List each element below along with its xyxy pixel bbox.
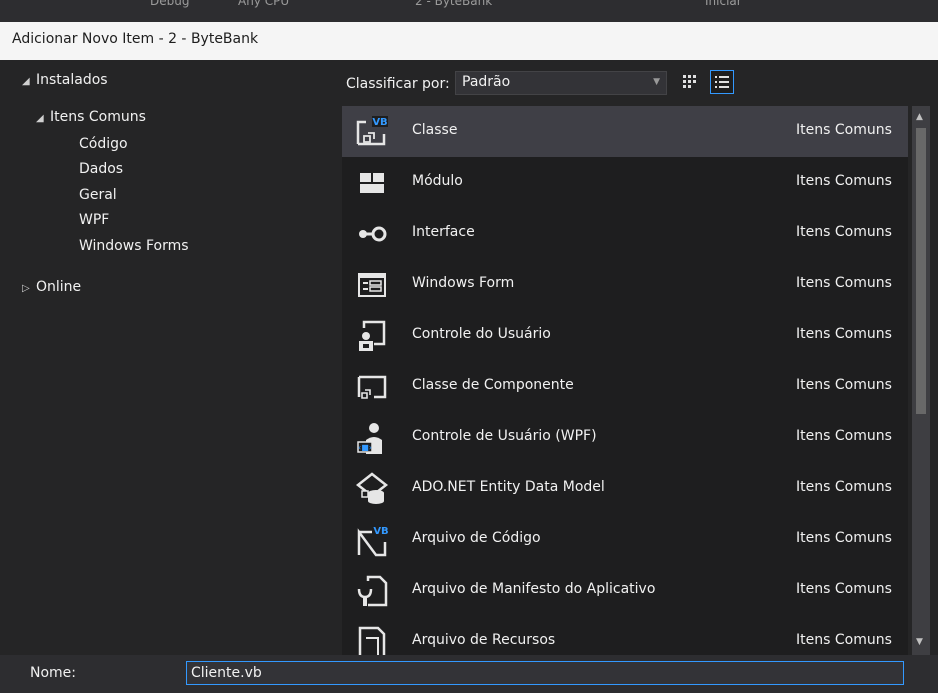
wpf-user-control-icon: ‹■› [357,423,382,454]
name-input[interactable] [186,661,904,685]
template-name: Arquivo de Código [412,530,541,546]
template-category: Itens Comuns [796,479,892,495]
template-category: Itens Comuns [796,224,892,240]
sort-value: Padrão [462,74,511,90]
expanded-triangle-icon: ◢ [22,76,30,87]
template-category: Itens Comuns [796,581,892,597]
vb-class-icon: VB [356,116,388,146]
tree-item-windows-forms[interactable]: Windows Forms [79,238,189,254]
template-name: ADO.NET Entity Data Model [412,479,605,495]
svg-text:VB: VB [372,117,387,128]
scroll-up-arrow-icon[interactable]: ▲ [916,112,923,122]
collapsed-triangle-icon: ▷ [22,283,30,294]
grid-view-icon [683,75,696,88]
template-item-arquivo-de-recursos[interactable]: Arquivo de Recursos Itens Comuns [342,616,908,655]
interface-icon [359,226,387,242]
tree-label-installed: Instalados [36,72,108,88]
template-name: Controle do Usuário [412,326,551,342]
template-name: Arquivo de Recursos [412,632,556,648]
template-item-arquivo-de-codigo[interactable]: VB Arquivo de Código Itens Comuns [342,514,908,565]
dialog-title-bar: Adicionar Novo Item - 2 - ByteBank [0,22,938,60]
tree-item-online[interactable]: ▷ Online [22,279,81,295]
strip-project: 2 - ByteBank [415,0,493,8]
template-list-scrollbar[interactable]: ▲ ▼ [912,106,930,655]
vb-code-file-icon: VB [357,526,389,557]
sort-bar: Classificar por: Padrão ▼ [334,60,938,106]
template-list: VB Classe Itens Comuns Módulo Itens Comu… [342,106,908,655]
tree-label-common-items: Itens Comuns [50,109,146,125]
grid-view-button[interactable] [678,70,702,94]
template-item-modulo[interactable]: Módulo Itens Comuns [342,157,908,208]
tree-label-online: Online [36,279,82,295]
sort-label: Classificar por: [346,76,450,92]
user-control-icon [359,320,386,351]
scrollbar-thumb[interactable] [916,128,926,414]
template-item-controle-de-usuario-wpf[interactable]: ‹■› Controle de Usuário (WPF) Itens Comu… [342,412,908,463]
dialog-title: Adicionar Novo Item - 2 - ByteBank [12,31,259,47]
tree-item-geral[interactable]: Geral [79,187,117,203]
tree-item-wpf[interactable]: WPF [79,212,109,228]
template-category: Itens Comuns [796,377,892,393]
module-icon [360,173,384,193]
template-item-interface[interactable]: Interface Itens Comuns [342,208,908,259]
strip-platform: Any CPU [238,0,290,8]
template-category: Itens Comuns [796,428,892,444]
windows-form-icon [358,273,386,297]
template-name: Módulo [412,173,463,189]
entity-data-model-icon [355,472,389,504]
template-item-classe[interactable]: VB Classe Itens Comuns [342,106,908,157]
template-name: Controle de Usuário (WPF) [412,428,597,444]
template-name: Classe [412,122,458,138]
name-bar: Nome: [0,655,938,693]
tree-item-installed[interactable]: ◢ Instalados [22,72,108,88]
template-item-controle-do-usuario[interactable]: Controle do Usuário Itens Comuns [342,310,908,361]
background-toolbar-strip: Debug Any CPU 2 - ByteBank Iniciar [0,0,938,22]
expanded-triangle-icon: ◢ [36,113,44,124]
template-name: Windows Form [412,275,515,291]
component-class-icon [357,375,387,399]
strip-config: Debug [150,0,190,8]
scroll-down-arrow-icon[interactable]: ▼ [916,637,923,647]
resource-file-icon [358,626,386,655]
chevron-down-icon: ▼ [653,77,660,87]
template-item-arquivo-de-manifesto-do-aplicativo[interactable]: Arquivo de Manifesto do Aplicativo Itens… [342,565,908,616]
template-name: Arquivo de Manifesto do Aplicativo [412,581,656,597]
templates-panel: Classificar por: Padrão ▼ VB Classe Iten… [334,60,938,655]
template-item-windows-form[interactable]: Windows Form Itens Comuns [342,259,908,310]
list-view-icon [715,76,729,88]
manifest-file-icon [357,575,388,607]
template-name: Classe de Componente [412,377,574,393]
template-item-classe-de-componente[interactable]: Classe de Componente Itens Comuns [342,361,908,412]
svg-text:‹■›: ‹■› [358,443,372,452]
list-view-button[interactable] [710,70,734,94]
template-name: Interface [412,224,475,240]
template-category: Itens Comuns [796,173,892,189]
tree-item-codigo[interactable]: Código [79,136,128,152]
category-tree: ◢ Instalados ◢ Itens Comuns Código Dados G… [8,60,334,655]
tree-item-common-items[interactable]: ◢ Itens Comuns [36,109,146,125]
template-category: Itens Comuns [796,632,892,648]
sort-dropdown[interactable]: Padrão ▼ [455,71,667,95]
template-item-ado-net-entity-data-model[interactable]: ADO.NET Entity Data Model Itens Comuns [342,463,908,514]
template-category: Itens Comuns [796,326,892,342]
name-label: Nome: [30,665,77,681]
template-category: Itens Comuns [796,122,892,138]
strip-start: Iniciar [705,0,742,8]
template-category: Itens Comuns [796,275,892,291]
tree-item-dados[interactable]: Dados [79,161,123,177]
template-category: Itens Comuns [796,530,892,546]
svg-text:VB: VB [373,526,388,537]
